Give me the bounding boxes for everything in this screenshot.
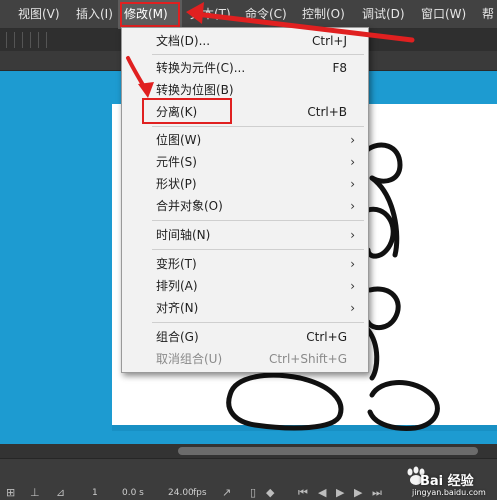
menu-insert[interactable]: 插入(I) [76, 0, 113, 29]
menu-commands[interactable]: 命令(C) [245, 0, 287, 29]
menu-bar: 视图(V) 插入(I) 修改(M) 文本(T) 命令(C) 控制(O) 调试(D… [0, 0, 497, 29]
submenu-arrow-icon: › [350, 301, 355, 315]
menu-control[interactable]: 控制(O) [302, 0, 345, 29]
bear-face-patch [365, 206, 396, 259]
toolbar-divider [14, 32, 15, 48]
menu-item-group[interactable]: 组合(G) Ctrl+G [123, 326, 367, 348]
bear-arm [365, 286, 401, 330]
bear-foot-right [367, 380, 440, 431]
menu-item-convert-to-symbol[interactable]: 转换为元件(C)... F8 [123, 57, 367, 79]
menu-separator [152, 54, 364, 55]
onion-skin-icon[interactable]: ↗ [222, 486, 231, 500]
layer-folder-icon[interactable]: ⊥ [30, 486, 40, 500]
modify-dropdown-menu: 文档(D)... Ctrl+J 转换为元件(C)... F8 转换为位图(B) … [121, 27, 369, 373]
menu-debug[interactable]: 调试(D) [362, 0, 405, 29]
menu-item-convert-to-bitmap[interactable]: 转换为位图(B) [123, 79, 367, 101]
menu-item-transform[interactable]: 变形(T) › [123, 253, 367, 275]
menu-item-bitmap[interactable]: 位图(W) › [123, 129, 367, 151]
toolbar-divider [30, 32, 31, 48]
menu-separator [152, 126, 364, 127]
menu-item-break-apart[interactable]: 分离(K) Ctrl+B [123, 101, 367, 123]
play-icon[interactable]: ▶ [336, 486, 344, 500]
toolbar-divider [22, 32, 23, 48]
menu-item-timeline[interactable]: 时间轴(N) › [123, 224, 367, 246]
menu-separator [152, 249, 364, 250]
menu-item-align[interactable]: 对齐(N) › [123, 297, 367, 319]
horizontal-scrollbar[interactable] [0, 444, 497, 458]
menu-item-shape[interactable]: 形状(P) › [123, 173, 367, 195]
bear-body [365, 327, 380, 381]
menu-window[interactable]: 窗口(W) [421, 0, 466, 29]
edit-frames-icon[interactable]: ▯ [250, 486, 256, 500]
current-frame: 1 [92, 488, 98, 498]
watermark-url: jingyan.baidu.com [412, 488, 486, 497]
submenu-arrow-icon: › [350, 199, 355, 213]
menu-item-symbol[interactable]: 元件(S) › [123, 151, 367, 173]
menu-modify[interactable]: 修改(M) [118, 0, 182, 29]
menu-separator [152, 322, 364, 323]
elapsed-time: 0.0 s [122, 488, 144, 498]
next-frame-icon[interactable]: ▶ [354, 486, 362, 500]
frame-rate-value[interactable]: 24.00 [168, 488, 194, 498]
bear-foot-left [226, 372, 344, 431]
layer-delete-icon[interactable]: ⊿ [56, 486, 65, 500]
first-frame-icon[interactable]: ⏮ [298, 486, 308, 500]
submenu-arrow-icon: › [350, 177, 355, 191]
marker-icon[interactable]: ◆ [266, 486, 274, 500]
submenu-arrow-icon: › [350, 228, 355, 242]
toolbar-divider [6, 32, 7, 48]
toolbar-divider [38, 32, 39, 48]
submenu-arrow-icon: › [350, 257, 355, 271]
submenu-arrow-icon: › [350, 279, 355, 293]
toolbar-divider [46, 32, 47, 48]
menu-item-document[interactable]: 文档(D)... Ctrl+J [123, 30, 367, 52]
submenu-arrow-icon: › [350, 133, 355, 147]
prev-frame-icon[interactable]: ◀ [318, 486, 326, 500]
menu-item-ungroup: 取消组合(U) Ctrl+Shift+G [156, 352, 347, 366]
frame-rate-unit: fps [193, 488, 207, 498]
menu-item-arrange[interactable]: 排列(A) › [123, 275, 367, 297]
layer-add-icon[interactable]: ⊞ [6, 486, 15, 500]
menu-item-combine-objects[interactable]: 合并对象(O) › [123, 195, 367, 217]
menu-text[interactable]: 文本(T) [190, 0, 231, 29]
menu-help[interactable]: 帮 [482, 0, 494, 29]
watermark-brand: Bai 经验 [420, 474, 474, 489]
scrollbar-thumb[interactable] [178, 447, 478, 455]
menu-view[interactable]: 视图(V) [18, 0, 60, 29]
submenu-arrow-icon: › [350, 155, 355, 169]
menu-separator [152, 220, 364, 221]
